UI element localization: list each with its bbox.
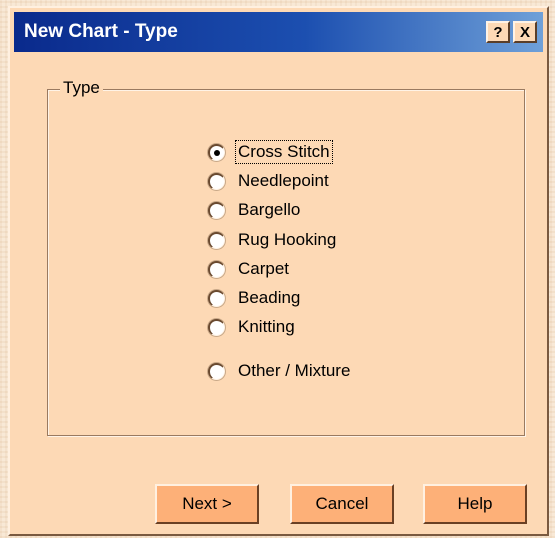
- type-group-label: Type: [60, 78, 103, 98]
- radio-button-icon[interactable]: [208, 362, 225, 380]
- close-icon: X: [519, 23, 530, 41]
- radio-label: Rug Hooking: [238, 230, 337, 249]
- radio-button-icon[interactable]: [208, 231, 225, 249]
- help-button[interactable]: Help: [423, 484, 527, 524]
- radio-option-bargello[interactable]: Bargello: [208, 198, 302, 222]
- radio-button-icon[interactable]: [208, 260, 225, 278]
- cancel-button-label: Cancel: [315, 494, 369, 513]
- help-button-label: Help: [457, 494, 493, 513]
- radio-option-needlepoint[interactable]: Needlepoint: [208, 169, 331, 193]
- radio-option-cross-stitch[interactable]: Cross Stitch: [208, 140, 333, 164]
- next-button-label: Next >: [182, 494, 232, 513]
- new-chart-type-dialog: New Chart - Type ? X Type Cross Stitch N…: [8, 6, 549, 536]
- radio-option-rug-hooking[interactable]: Rug Hooking: [208, 228, 338, 252]
- radio-option-other-mixture[interactable]: Other / Mixture: [208, 359, 352, 383]
- close-button[interactable]: X: [513, 21, 537, 43]
- radio-option-knitting[interactable]: Knitting: [208, 315, 297, 339]
- help-question-button[interactable]: ?: [486, 21, 510, 43]
- radio-button-icon[interactable]: [208, 172, 225, 190]
- window-title: New Chart - Type: [24, 21, 178, 42]
- cancel-button[interactable]: Cancel: [290, 484, 394, 524]
- radio-button-icon[interactable]: [208, 318, 225, 336]
- radio-label: Carpet: [238, 259, 290, 278]
- radio-label: Needlepoint: [238, 171, 329, 190]
- type-groupbox: Type Cross Stitch Needlepoint Bargello R…: [47, 78, 525, 436]
- radio-label: Cross Stitch: [235, 140, 333, 164]
- radio-button-icon[interactable]: [208, 201, 225, 219]
- next-button[interactable]: Next >: [155, 484, 259, 524]
- radio-button-icon[interactable]: [208, 143, 225, 161]
- radio-label: Other / Mixture: [238, 361, 351, 380]
- radio-label: Bargello: [238, 200, 301, 219]
- radio-option-beading[interactable]: Beading: [208, 286, 302, 310]
- radio-option-carpet[interactable]: Carpet: [208, 257, 291, 281]
- radio-button-icon[interactable]: [208, 289, 225, 307]
- question-mark-icon: ?: [493, 23, 503, 41]
- desktop-background: New Chart - Type ? X Type Cross Stitch N…: [0, 0, 555, 538]
- radio-label: Knitting: [238, 317, 295, 336]
- title-bar[interactable]: New Chart - Type ? X: [14, 12, 543, 52]
- radio-label: Beading: [238, 288, 301, 307]
